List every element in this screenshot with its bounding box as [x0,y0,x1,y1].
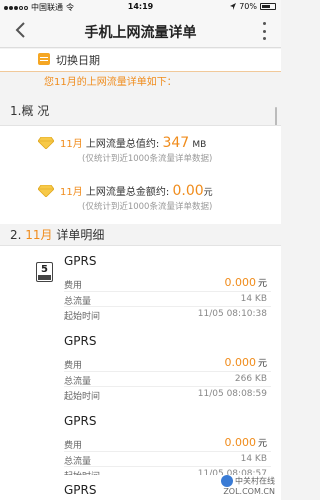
usage-month: 11月 [60,139,83,150]
date-switch-label: 切换日期 [56,54,100,67]
zol-logo-icon [221,475,233,487]
divider [64,371,271,372]
diamond-icon [38,137,54,149]
watermark-line2: ZOL.COM.CN [223,487,275,496]
details-title: 2. 11月 详单明细 [10,226,104,243]
sim-card-number: 5 [41,264,48,275]
cost-summary: 11月 上网流量总金额约: 0.00元 (仅统计到近1000条流量详单数据) [0,174,281,224]
details-title-prefix: 2. [10,228,22,242]
currency-label: 元 [257,279,267,289]
list-item[interactable]: 5 GPRS 费用 0.000 元 总流量 14 KB 起始时间 11/05 08… [0,246,281,326]
cost-unit: 元 [203,188,213,198]
total-value: 14 KB [240,454,267,464]
sim-card-bar [38,275,51,280]
usage-value: 347 [162,135,190,151]
fee-value: 0.000 元 [224,436,267,449]
list-item[interactable]: GPRS 费用 0.000 元 总流量 266 KB 起始时间 11/05 08:… [0,326,281,406]
currency-label: 元 [257,439,267,449]
total-value: 266 KB [234,374,267,384]
nav-bar: 手机上网流量详单 [0,14,281,48]
divider [64,306,271,307]
details-title-suffix: 详单明细 [56,228,105,242]
date-switch-button[interactable]: 切换日期 [0,49,281,71]
usage-summary: 11月 上网流量总值约: 347 MB (仅统计到近1000条流量详单数据) [0,126,281,174]
main-content[interactable]: 切换日期 您11月的上网流量详单如下： 1.概 况 11月 上网流量总值约: 3… [0,49,281,500]
overview-title: 1.概 况 [10,104,50,118]
watermark-line1: 中关村在线 [235,476,275,486]
calendar-icon [38,53,50,65]
divider [0,71,281,72]
cost-note: (仅统计到近1000条流量详单数据) [82,202,213,212]
usage-line: 11月 上网流量总值约: 347 MB [60,135,206,151]
currency-label: 元 [257,359,267,369]
status-right: 70% [230,2,276,11]
start-value: 11/05 08:08:59 [197,389,267,399]
status-bar: 中国联通 令 14:19 70% [0,0,281,14]
battery-percent: 70% [239,2,257,11]
usage-label: 上网流量总值约: [85,139,160,150]
cost-value: 0.00 [172,183,204,199]
total-value: 14 KB [240,294,267,304]
fee-amount: 0.000 [224,436,256,449]
divider [64,386,271,387]
fee-value: 0.000 元 [224,356,267,369]
divider [64,466,271,467]
more-vertical-icon[interactable] [261,22,267,40]
usage-unit: MB [192,140,207,150]
notice-text: 您11月的上网流量详单如下： [44,77,177,88]
fee-amount: 0.000 [224,276,256,289]
watermark: 中关村在线 ZOL.COM.CN [221,475,275,496]
usage-note: (仅统计到近1000条流量详单数据) [82,154,213,164]
location-icon [230,3,237,10]
start-value: 11/05 08:10:38 [197,309,267,319]
divider [64,291,271,292]
cost-label: 上网流量总金额约: [85,187,170,198]
fee-label: 费用 [64,281,83,291]
item-name: GPRS [64,414,97,428]
cost-month: 11月 [60,187,83,198]
battery-icon [260,3,276,10]
divider [64,451,271,452]
sim-card-icon: 5 [36,262,53,282]
fee-label: 费用 [64,361,83,371]
diamond-icon [38,185,54,197]
fee-amount: 0.000 [224,356,256,369]
start-label: 起始时间 [64,392,101,402]
start-label: 起始时间 [64,312,101,322]
details-title-month: 11月 [25,228,53,242]
item-name: GPRS [64,254,97,268]
fee-value: 0.000 元 [224,276,267,289]
fee-label: 费用 [64,441,83,451]
battery-level [262,5,271,8]
list-item[interactable]: GPRS 费用 0.000元 总流量 14 KB 起始时间 11/05 08:0… [0,406,281,486]
page-title: 手机上网流量详单 [84,25,197,41]
item-name: GPRS [64,334,97,348]
item-name: GPRS [64,483,97,497]
cost-line: 11月 上网流量总金额约: 0.00元 [60,183,213,199]
